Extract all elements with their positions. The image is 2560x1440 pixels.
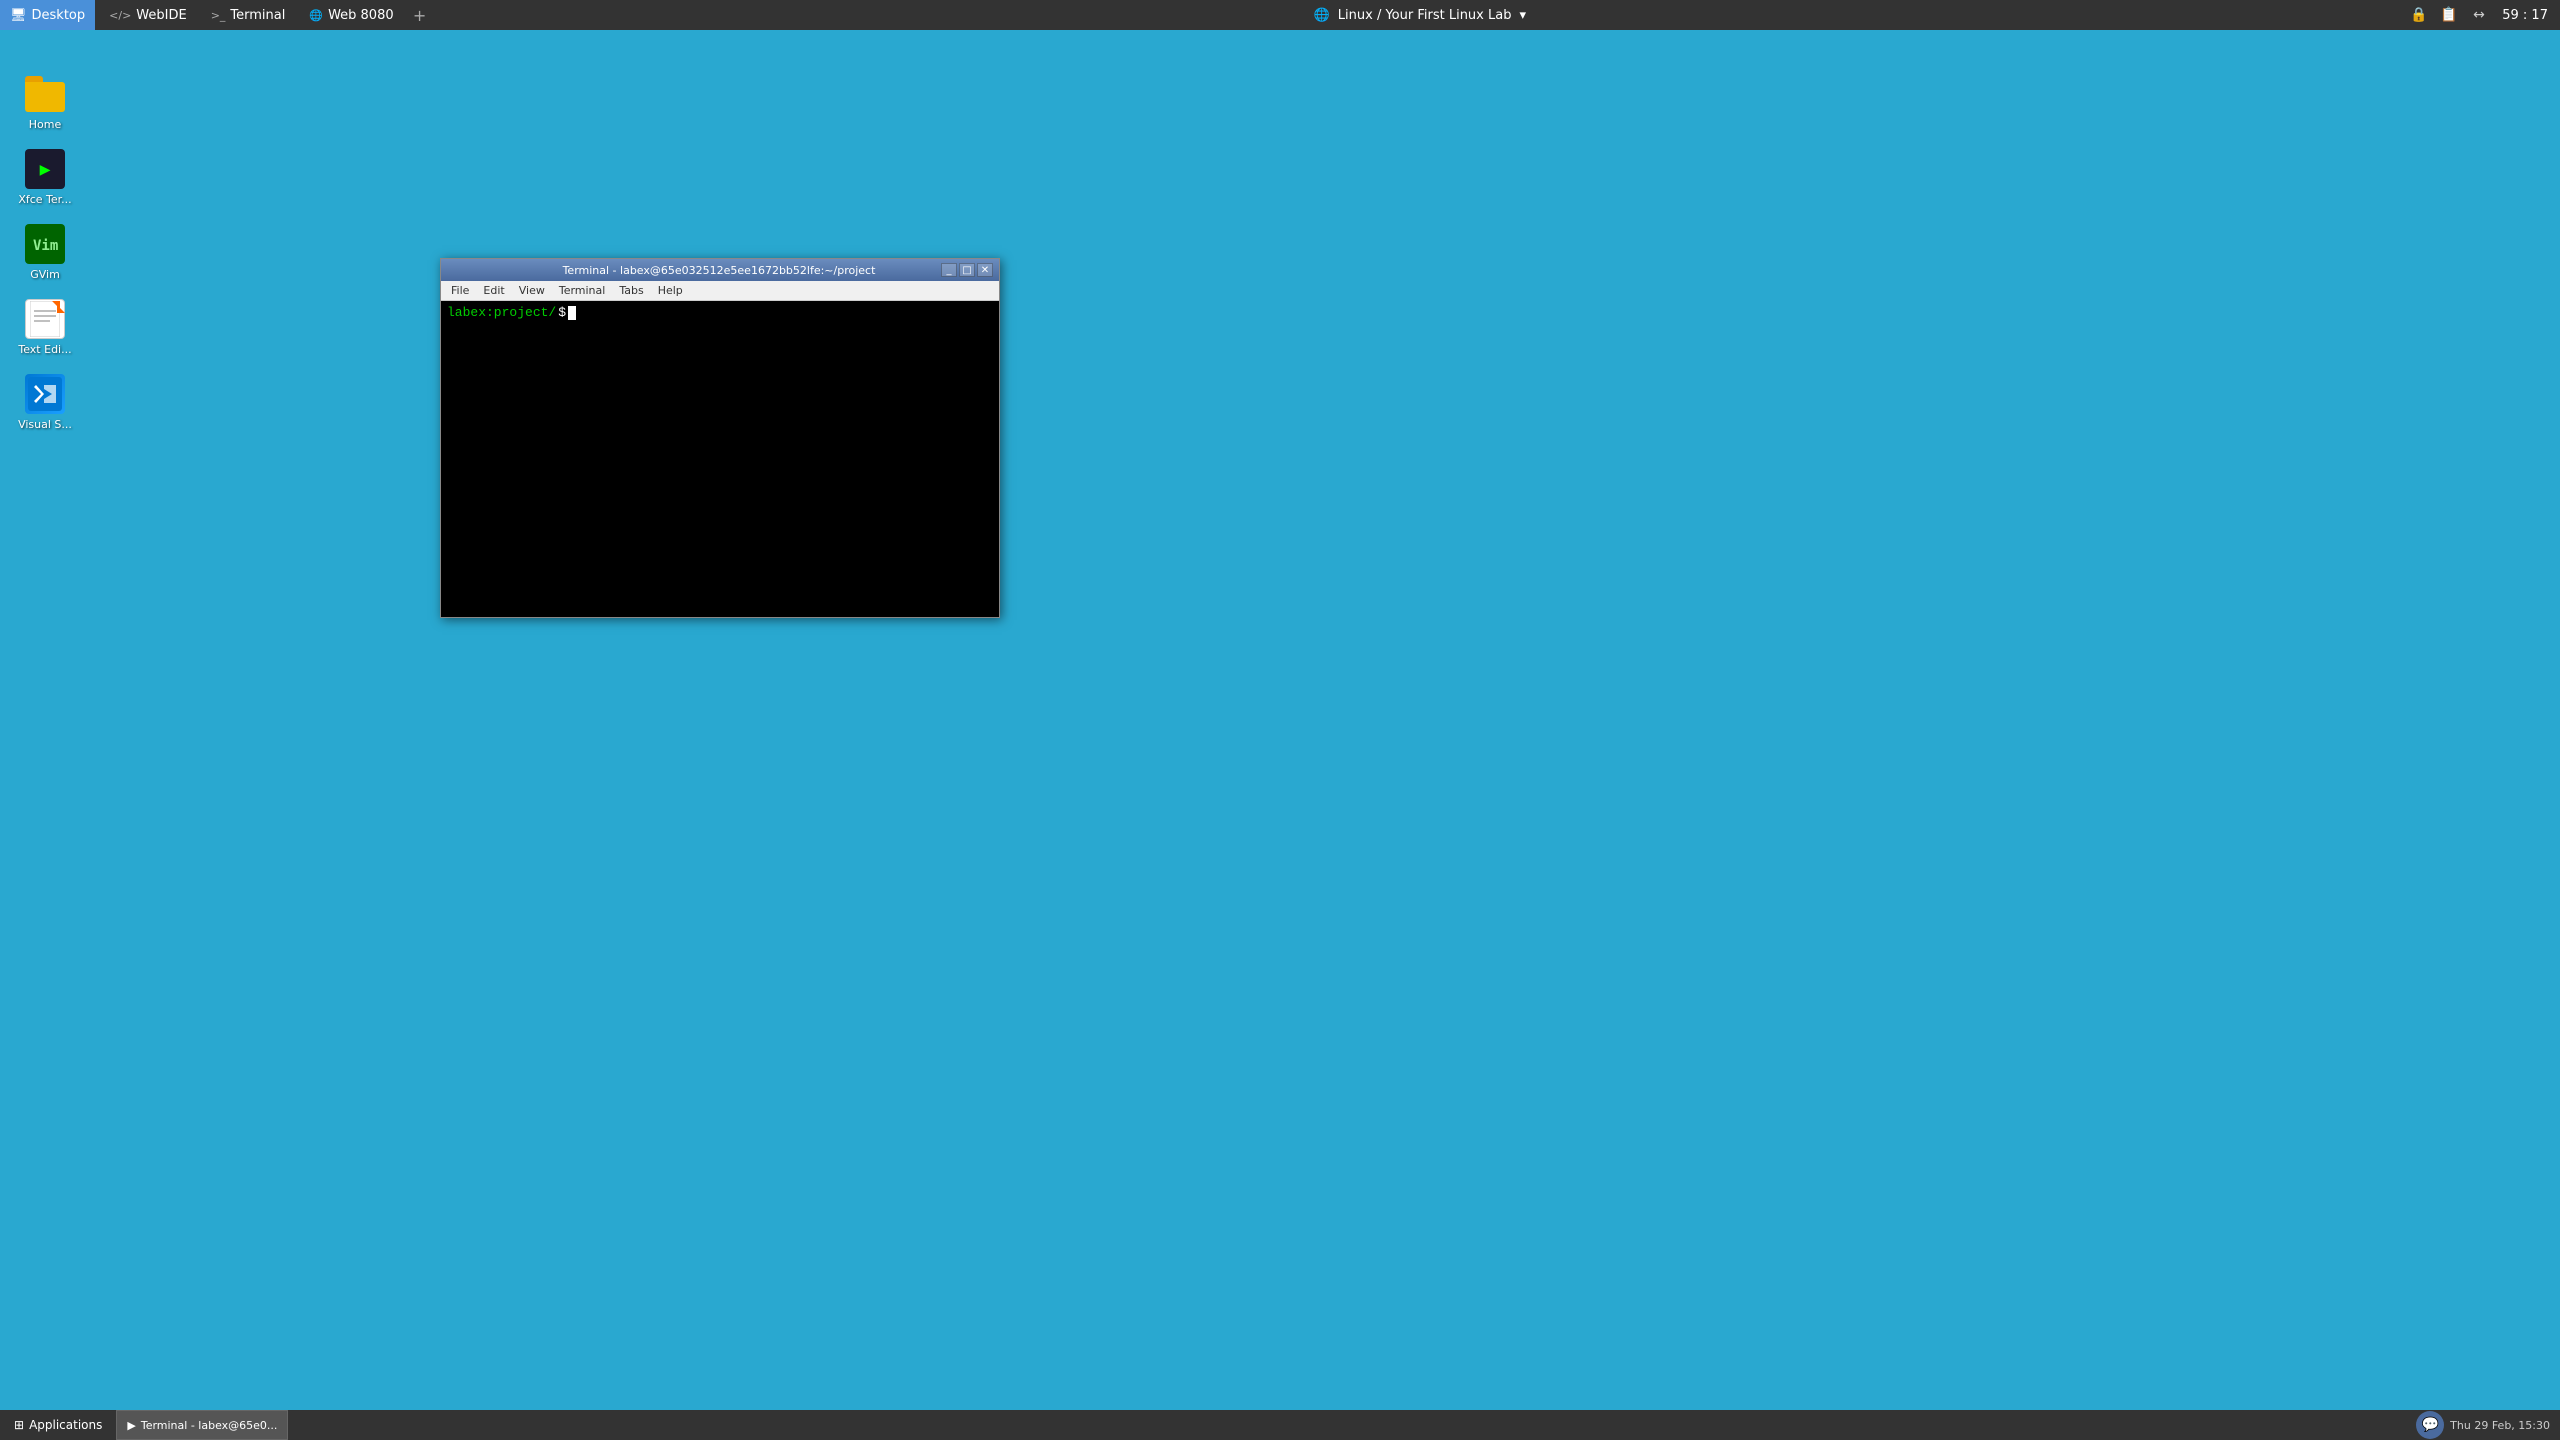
taskbar-terminal-window-btn[interactable]: ▶ Terminal - labex@65e0... bbox=[116, 1410, 288, 1440]
text-editor-label: Text Edi... bbox=[18, 343, 71, 356]
applications-button[interactable]: ⊞ Applications bbox=[4, 1410, 112, 1440]
text-editor-icon bbox=[25, 299, 65, 339]
chat-icon-button[interactable]: 💬 bbox=[2416, 1411, 2444, 1439]
taskbar-window-label: Terminal - labex@65e0... bbox=[141, 1419, 278, 1432]
desktop-icon-vscode[interactable]: Visual S... bbox=[10, 370, 80, 435]
breadcrumb: Linux / Your First Linux Lab bbox=[1338, 8, 1512, 23]
gvim-icon: Vim bbox=[25, 224, 65, 264]
terminal-minimize-btn[interactable]: _ bbox=[941, 263, 957, 277]
terminal-menubar: File Edit View Terminal Tabs Help bbox=[441, 281, 999, 301]
terminal-window: Terminal - labex@65e032512e5ee1672bb52lf… bbox=[440, 258, 1000, 618]
svg-text:Vim: Vim bbox=[33, 238, 58, 254]
gvim-label: GVim bbox=[30, 268, 60, 281]
tab-web8080[interactable]: 🌐 Web 8080 bbox=[299, 0, 403, 30]
vscode-label: Visual S... bbox=[18, 418, 72, 431]
webide-icon: </> bbox=[109, 9, 131, 22]
add-tab-button[interactable]: + bbox=[408, 3, 432, 27]
vscode-icon bbox=[25, 374, 65, 414]
terminal-prompt-line: labex:project/ $ bbox=[447, 305, 993, 320]
terminal-title: Terminal - labex@65e032512e5ee1672bb52lf… bbox=[497, 264, 941, 277]
applications-icon: ⊞ bbox=[14, 1418, 24, 1432]
lock-icon[interactable]: 🔒 bbox=[2408, 4, 2430, 26]
prompt-dollar: $ bbox=[558, 305, 566, 320]
tab-webide[interactable]: </> WebIDE bbox=[99, 0, 197, 30]
terminal-body[interactable]: labex:project/ $ bbox=[441, 301, 999, 617]
top-center-info: 🌐 Linux / Your First Linux Lab ▾ bbox=[1314, 8, 1526, 23]
terminal-menu-help[interactable]: Help bbox=[652, 282, 689, 300]
clipboard-icon[interactable]: 📋 bbox=[2438, 4, 2460, 26]
top-right-controls: 🔒 📋 ↔ 59 : 17 bbox=[2408, 4, 2560, 26]
terminal-menu-terminal[interactable]: Terminal bbox=[553, 282, 612, 300]
home-folder-icon bbox=[25, 74, 65, 114]
time-display: 59 : 17 bbox=[2498, 8, 2548, 23]
desktop-area: Home ▶ Xfce Ter... Vim GVim bbox=[0, 30, 2560, 1410]
xfce-terminal-icon: ▶ bbox=[25, 149, 65, 189]
tab-terminal[interactable]: >_ Terminal bbox=[201, 0, 296, 30]
terminal-menu-edit[interactable]: Edit bbox=[477, 282, 510, 300]
tab-terminal-label: Terminal bbox=[230, 8, 285, 23]
globe-icon: 🌐 bbox=[1314, 8, 1330, 23]
resize-icon[interactable]: ↔ bbox=[2468, 4, 2490, 26]
tab-desktop-label: Desktop bbox=[32, 8, 86, 23]
top-tabs: 🖥 Desktop </> WebIDE >_ Terminal 🌐 Web 8… bbox=[0, 0, 432, 30]
terminal-cursor bbox=[568, 306, 576, 320]
terminal-tab-icon: >_ bbox=[211, 9, 226, 22]
desktop-icon-texteditor[interactable]: Text Edi... bbox=[10, 295, 80, 360]
terminal-taskbar-icon: ▶ bbox=[127, 1419, 135, 1432]
xfce-terminal-label: Xfce Ter... bbox=[18, 193, 71, 206]
taskbar-bottom: ⊞ Applications ▶ Terminal - labex@65e0..… bbox=[0, 1410, 2560, 1440]
terminal-menu-file[interactable]: File bbox=[445, 282, 475, 300]
tab-desktop[interactable]: 🖥 Desktop bbox=[0, 0, 95, 30]
breadcrumb-chevron: ▾ bbox=[1519, 8, 1526, 23]
desktop-icon-terminal[interactable]: ▶ Xfce Ter... bbox=[10, 145, 80, 210]
terminal-window-buttons: _ □ ✕ bbox=[941, 263, 993, 277]
web8080-icon: 🌐 bbox=[309, 9, 323, 22]
tab-web8080-label: Web 8080 bbox=[328, 8, 394, 23]
desktop-icon: 🖥 bbox=[10, 8, 27, 23]
desktop-icon-gvim[interactable]: Vim GVim bbox=[10, 220, 80, 285]
terminal-close-btn[interactable]: ✕ bbox=[977, 263, 993, 277]
tab-webide-label: WebIDE bbox=[136, 8, 186, 23]
prompt-user-path: labex:project/ bbox=[447, 305, 556, 320]
desktop-icons: Home ▶ Xfce Ter... Vim GVim bbox=[10, 70, 80, 435]
home-icon-label: Home bbox=[29, 118, 61, 131]
datetime-display: Thu 29 Feb, 15:30 bbox=[2450, 1419, 2550, 1432]
taskbar-bottom-left: ⊞ Applications ▶ Terminal - labex@65e0..… bbox=[0, 1410, 288, 1440]
taskbar-top: 🖥 Desktop </> WebIDE >_ Terminal 🌐 Web 8… bbox=[0, 0, 2560, 30]
taskbar-bottom-right: 💬 Thu 29 Feb, 15:30 bbox=[2416, 1411, 2560, 1439]
terminal-titlebar[interactable]: Terminal - labex@65e032512e5ee1672bb52lf… bbox=[441, 259, 999, 281]
applications-label: Applications bbox=[29, 1418, 102, 1432]
terminal-menu-tabs[interactable]: Tabs bbox=[613, 282, 649, 300]
desktop-icon-home[interactable]: Home bbox=[10, 70, 80, 135]
terminal-menu-view[interactable]: View bbox=[513, 282, 551, 300]
terminal-maximize-btn[interactable]: □ bbox=[959, 263, 975, 277]
